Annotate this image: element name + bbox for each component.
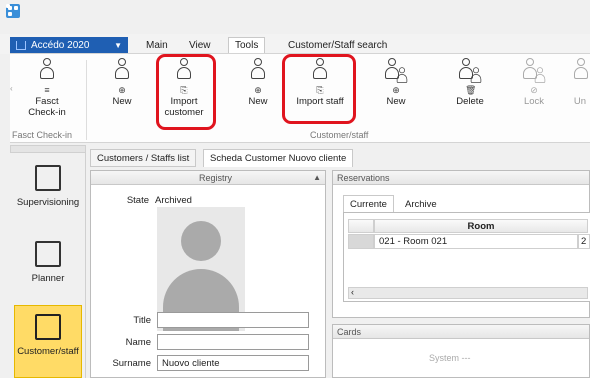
list-badge-icon: ≡ xyxy=(44,85,50,95)
new-customer-button[interactable]: ⊕ New xyxy=(102,58,142,130)
door-exit-icon xyxy=(35,314,61,340)
trash-icon: 🗑 xyxy=(465,85,477,95)
lock-button[interactable]: ⊘ Lock xyxy=(516,58,552,130)
group-icon xyxy=(574,58,588,84)
app-menu-label: Accédo 2020 xyxy=(31,39,90,51)
nav-item-label: Supervisioning xyxy=(16,197,80,208)
add-badge-icon: ⊕ xyxy=(118,85,126,95)
nav-item-planner[interactable]: Planner xyxy=(14,241,82,301)
chevron-down-icon: ▼ xyxy=(114,40,122,50)
row-selector[interactable] xyxy=(348,234,374,249)
cards-system-label: System --- xyxy=(429,353,471,363)
surname-field[interactable]: Nuovo cliente xyxy=(157,355,309,371)
highlight-import-customer xyxy=(156,54,216,130)
reservations-title: Reservations xyxy=(337,173,390,183)
table-row-room[interactable]: 021 - Room 021 xyxy=(374,234,578,249)
new-staff-label: New xyxy=(248,96,268,107)
group-icon-second xyxy=(396,67,408,87)
horizontal-scrollbar[interactable]: ‹ xyxy=(348,287,588,299)
fast-checkin-label-line2: Check-in xyxy=(28,107,66,118)
group-label-customer-staff: Customer/staff xyxy=(310,130,369,140)
planner-icon xyxy=(35,241,61,267)
title-label: Title xyxy=(133,315,151,326)
add-badge-icon: ⊕ xyxy=(392,85,400,95)
nav-item-label: Planner xyxy=(31,273,65,284)
doc-tab-customer-card[interactable]: Scheda Customer Nuovo cliente xyxy=(203,149,354,167)
ribbon-separator xyxy=(86,60,87,140)
title-bar xyxy=(0,0,590,34)
delete-button[interactable]: 🗑 Delete xyxy=(450,58,490,130)
group-icon-second xyxy=(470,67,482,87)
unlock-button[interactable]: Un xyxy=(570,58,590,130)
nav-item-customer-staff[interactable]: Customer/staff xyxy=(14,305,82,378)
lock-icon: ⊘ xyxy=(530,85,538,95)
person-icon xyxy=(251,58,265,84)
new-staff-button[interactable]: ⊕ New xyxy=(238,58,278,130)
cards-panel: Cards System --- xyxy=(332,324,590,378)
group-label-fast-checkin: Fasct Check-in xyxy=(12,130,73,140)
state-label: State xyxy=(126,195,149,206)
reservations-panel: Reservations Currente Archive Room 021 -… xyxy=(332,170,590,318)
cards-title: Cards xyxy=(337,327,362,337)
cards-panel-header: Cards xyxy=(333,325,589,339)
reservations-panel-header: Reservations xyxy=(333,171,589,185)
tab-archive[interactable]: Archive xyxy=(399,196,443,212)
add-badge-icon: ⊕ xyxy=(254,85,262,95)
nav-item-supervisioning[interactable]: Supervisioning xyxy=(14,165,82,225)
left-navigation: Supervisioning Planner Customer/staff xyxy=(10,145,86,378)
unlock-label: Un xyxy=(573,96,587,107)
new-group-button[interactable]: ⊕ New xyxy=(376,58,416,130)
ribbon-toolbar: ‹ ≡ Fasct Check-in Fasct Check-in ⊕ New … xyxy=(10,53,590,143)
registry-panel-header: Registry ▲ xyxy=(91,171,325,185)
table-cell-extra[interactable]: 2 xyxy=(578,234,590,249)
monitor-icon xyxy=(35,165,61,191)
tab-main[interactable]: Main xyxy=(140,38,174,54)
app-menu-button[interactable]: Accédo 2020 ▼ xyxy=(10,37,128,53)
reservations-grid: Room 021 - Room 021 2 ‹ xyxy=(343,212,590,302)
tab-customer-staff-search[interactable]: Customer/Staff search xyxy=(282,38,393,54)
row-header-corner xyxy=(348,219,374,233)
title-field[interactable] xyxy=(157,312,309,328)
surname-label: Surname xyxy=(112,358,151,369)
nav-collapse-bar[interactable] xyxy=(10,145,86,153)
collapse-up-icon[interactable]: ▲ xyxy=(313,171,321,185)
delete-label: Delete xyxy=(456,96,484,107)
name-label: Name xyxy=(125,337,151,348)
ribbon-tab-bar: Accédo 2020 ▼ Main View Tools Customer/S… xyxy=(0,34,590,55)
lock-label: Lock xyxy=(523,96,545,107)
scroll-left-icon[interactable]: ‹ xyxy=(351,287,354,297)
ribbon-scroll-left-icon[interactable]: ‹ xyxy=(10,84,13,93)
highlight-import-staff xyxy=(282,54,356,124)
tab-view[interactable]: View xyxy=(183,38,217,54)
tab-currente[interactable]: Currente xyxy=(343,195,394,212)
app-logo-icon xyxy=(6,4,20,18)
state-value: Archived xyxy=(155,195,192,206)
group-icon-second xyxy=(534,67,546,87)
person-icon xyxy=(115,58,129,84)
new-customer-label: New xyxy=(112,96,132,107)
fast-checkin-button[interactable]: ≡ Fasct Check-in xyxy=(24,58,70,130)
name-field[interactable] xyxy=(157,334,309,350)
registry-title: Registry xyxy=(199,173,233,183)
column-header-room[interactable]: Room xyxy=(374,219,588,233)
person-icon xyxy=(40,58,54,84)
nav-item-label: Customer/staff xyxy=(17,346,79,357)
new-group-label: New xyxy=(386,96,406,107)
registry-panel: Registry ▲ State Archived Title Name Sur… xyxy=(90,170,326,378)
home-icon xyxy=(16,40,26,50)
doc-tab-customers-staffs-list[interactable]: Customers / Staffs list xyxy=(90,149,197,167)
fast-checkin-label-line1: Fasct xyxy=(35,96,59,107)
